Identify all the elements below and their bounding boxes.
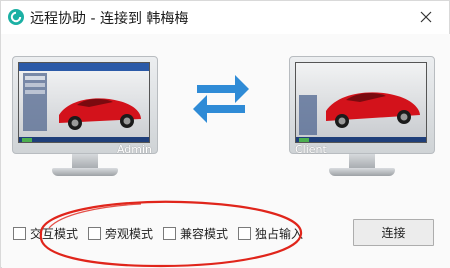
monitor-neck (72, 154, 98, 168)
content-area: Admin Client 交互模式 旁观模式 兼容模式 独占输入 连接 (2, 34, 450, 268)
spectator-mode-checkbox[interactable] (88, 226, 102, 240)
admin-monitor: Admin (12, 56, 158, 180)
window-title: 远程协助 - 连接到 韩梅梅 (30, 11, 189, 27)
mode-options: 交互模式 旁观模式 兼容模式 独占输入 (13, 224, 313, 242)
close-button[interactable] (403, 1, 449, 34)
option-label: 兼容模式 (180, 226, 229, 241)
title-bar: 远程协助 - 连接到 韩梅梅 (1, 1, 449, 34)
client-screen-image (295, 62, 427, 143)
option-label: 独占输入 (255, 226, 304, 241)
close-icon (420, 8, 432, 27)
app-logo-icon (7, 8, 25, 26)
monitor-stand (329, 168, 395, 176)
option-interactive[interactable]: 交互模式 (13, 225, 78, 242)
admin-label: Admin (116, 143, 152, 156)
option-compatible[interactable]: 兼容模式 (163, 225, 228, 242)
option-exclusive-input[interactable]: 独占输入 (238, 225, 303, 242)
swap-arrows-icon (191, 67, 251, 131)
client-monitor: Client (289, 56, 435, 180)
connect-button[interactable]: 连接 (353, 219, 434, 246)
remote-assist-window: 远程协助 - 连接到 韩梅梅 Admin Client 交互模式 旁观模式 兼容… (0, 0, 450, 268)
client-label: Client (295, 143, 327, 156)
option-label: 旁观模式 (105, 226, 154, 241)
monitor-stand (52, 168, 118, 176)
option-spectator[interactable]: 旁观模式 (88, 225, 153, 242)
admin-screen-image (18, 62, 150, 143)
option-label: 交互模式 (30, 226, 79, 241)
exclusive-input-checkbox[interactable] (238, 226, 252, 240)
interactive-mode-checkbox[interactable] (13, 226, 26, 240)
monitor-neck (349, 154, 375, 168)
compatible-mode-checkbox[interactable] (163, 226, 177, 240)
